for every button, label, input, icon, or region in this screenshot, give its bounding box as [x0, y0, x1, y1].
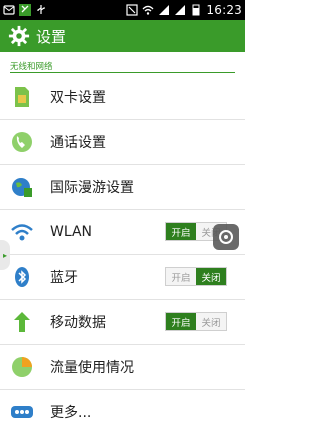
settings-item-call[interactable]: 通话设置	[0, 120, 245, 164]
settings-item-wlan[interactable]: WLAN 开启 关闭	[0, 210, 245, 254]
edge-drawer-handle[interactable]: ▸	[0, 240, 10, 270]
settings-item-label: 双卡设置	[50, 90, 106, 106]
message-icon	[3, 5, 15, 15]
settings-item-label: 流量使用情况	[50, 360, 134, 376]
mobile-data-icon	[14, 312, 30, 332]
bluetooth-icon	[15, 267, 29, 287]
battery-icon	[192, 4, 200, 16]
globe-icon	[12, 178, 32, 197]
usb-icon	[37, 5, 45, 14]
section-label: 无线和网络	[10, 62, 53, 72]
wifi-icon	[11, 224, 33, 241]
settings-item-mobile-data[interactable]: 移动数据 开启 关闭	[0, 300, 245, 344]
status-bar: 16:23	[0, 0, 245, 20]
settings-item-bluetooth[interactable]: 蓝牙 开启 关闭	[0, 255, 245, 299]
toggle-off-option[interactable]: 关闭	[196, 313, 226, 330]
settings-item-label: 国际漫游设置	[50, 180, 134, 196]
settings-item-more[interactable]: 更多...	[0, 390, 245, 434]
pie-chart-icon	[12, 357, 32, 377]
gear-icon	[8, 25, 30, 47]
wifi-icon	[142, 5, 154, 15]
more-icon	[11, 406, 33, 418]
toggle-on-option[interactable]: 开启	[166, 268, 196, 285]
phone-call-icon	[12, 132, 32, 152]
settings-item-label: 移动数据	[50, 315, 106, 331]
status-time: 16:23	[206, 3, 242, 17]
mute-icon	[126, 4, 139, 16]
toggle-on-option[interactable]: 开启	[166, 313, 196, 330]
bluetooth-toggle[interactable]: 开启 关闭	[165, 267, 227, 286]
settings-item-dual-sim[interactable]: 双卡设置	[0, 75, 245, 119]
sim-signal-icon	[159, 5, 170, 15]
sim-card-icon	[15, 87, 29, 107]
signal-icon	[19, 4, 31, 16]
assist-icon	[219, 230, 233, 244]
section-divider	[10, 72, 235, 73]
settings-item-data-usage[interactable]: 流量使用情况	[0, 345, 245, 389]
toggle-off-option[interactable]: 关闭	[196, 268, 226, 285]
mobile-data-toggle[interactable]: 开启 关闭	[165, 312, 227, 331]
settings-item-label: WLAN	[50, 224, 93, 240]
sim-signal-2-icon	[175, 5, 186, 15]
settings-item-roaming[interactable]: 国际漫游设置	[0, 165, 245, 209]
toggle-on-option[interactable]: 开启	[166, 223, 196, 240]
floating-assist-button[interactable]	[213, 224, 239, 250]
settings-item-label: 更多...	[50, 405, 92, 421]
page-title: 设置	[36, 27, 67, 46]
settings-item-label: 通话设置	[50, 135, 106, 151]
chevron-right-icon: ▸	[2, 250, 7, 260]
settings-item-label: 蓝牙	[50, 270, 78, 286]
settings-header: 设置	[0, 20, 245, 52]
